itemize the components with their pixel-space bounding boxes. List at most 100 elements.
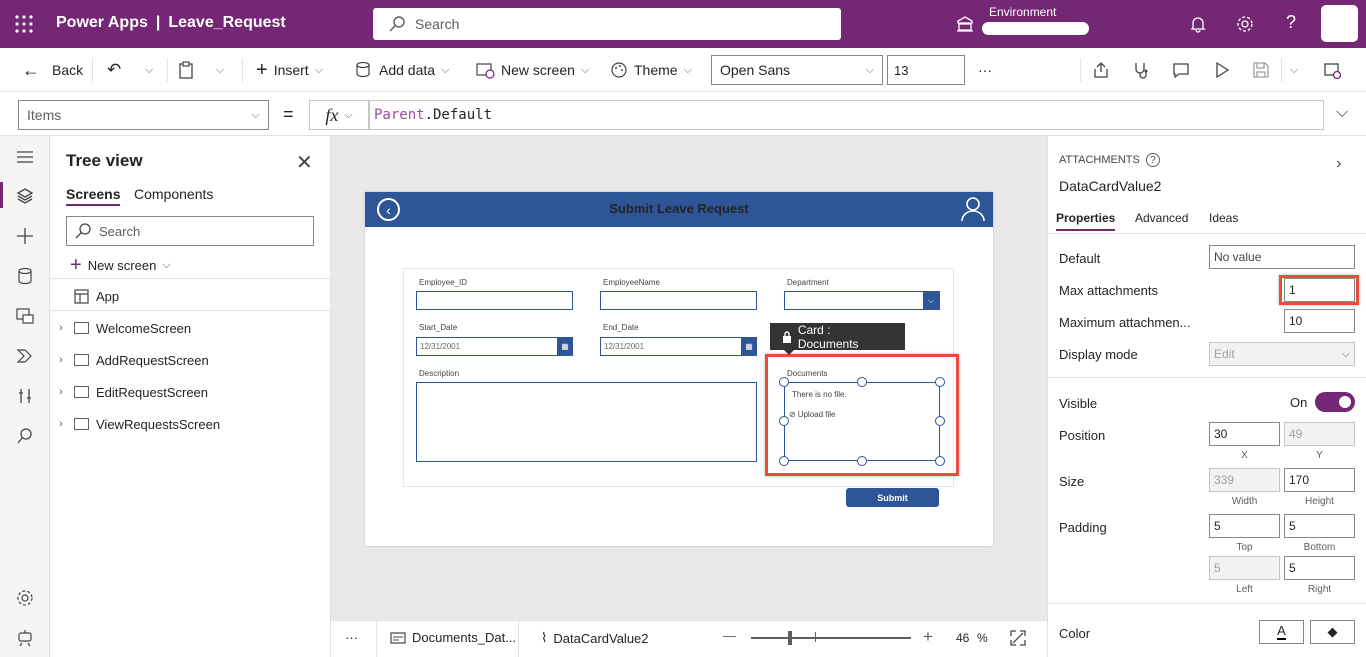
tab-advanced[interactable]: Advanced	[1135, 211, 1188, 225]
expand-formula-icon[interactable]: ⌵	[1336, 104, 1348, 122]
tree-item-viewrequestsscreen[interactable]: › ViewRequestsScreen	[50, 408, 330, 440]
tab-components[interactable]: Components	[134, 186, 213, 202]
environment-icon[interactable]	[956, 15, 974, 33]
comments-icon[interactable]	[1172, 61, 1190, 79]
zoom-in-button[interactable]: +	[923, 627, 933, 647]
tree-search-input[interactable]: Search	[66, 216, 314, 246]
display-mode-dropdown[interactable]: Edit ⌵	[1209, 342, 1355, 366]
more-icon[interactable]: ···	[345, 630, 358, 645]
undo-button[interactable]: ↶	[107, 48, 121, 92]
default-input[interactable]: No value	[1209, 245, 1355, 269]
tree-item-welcomescreen[interactable]: › WelcomeScreen	[50, 312, 330, 344]
chevron-right-icon[interactable]: ›	[59, 354, 63, 366]
add-data-button[interactable]: Add data ⌵	[355, 48, 449, 92]
width-value: 339	[1214, 473, 1235, 487]
environment-name[interactable]	[982, 22, 1089, 35]
tree-item-editrequestscreen[interactable]: › EditRequestScreen	[50, 376, 330, 408]
text-color-button[interactable]: A	[1259, 620, 1304, 644]
max-attachments-label: Max attachments	[1059, 283, 1158, 298]
notifications-icon[interactable]	[1189, 15, 1207, 33]
fill-color-button[interactable]: ◆	[1310, 620, 1355, 644]
zoom-slider-thumb[interactable]	[788, 631, 792, 645]
save-icon[interactable]	[1252, 61, 1270, 79]
padding-bottom-input[interactable]: 5	[1284, 514, 1355, 538]
virtual-agent-icon[interactable]	[16, 629, 34, 647]
start-date-input[interactable]: 12/31/2001	[416, 337, 558, 356]
app-name[interactable]: Power Apps	[56, 14, 148, 32]
padding-top-input[interactable]: 5	[1209, 514, 1280, 538]
theme-button[interactable]: Theme ⌵	[610, 48, 692, 92]
padding-left-input[interactable]: 5	[1209, 556, 1280, 580]
tree-item-app[interactable]: App	[50, 280, 330, 312]
app-launcher-icon[interactable]	[15, 15, 33, 33]
submit-button[interactable]: Submit	[846, 488, 939, 507]
department-dropdown[interactable]	[784, 291, 940, 310]
preview-play-icon[interactable]	[1213, 61, 1231, 79]
tab-ideas[interactable]: Ideas	[1209, 211, 1238, 225]
fit-to-window-icon[interactable]	[1010, 630, 1026, 646]
insert-button[interactable]: + Insert ⌵	[256, 48, 323, 92]
calendar-icon[interactable]: ▦	[741, 337, 757, 356]
description-input[interactable]	[416, 382, 757, 462]
chevron-right-icon[interactable]: ›	[59, 386, 63, 398]
formula-input[interactable]: Parent .Default	[369, 100, 1324, 130]
zoom-out-button[interactable]: —	[723, 628, 736, 643]
position-y-input[interactable]: 49	[1284, 422, 1355, 446]
media-icon[interactable]	[16, 307, 34, 325]
share-icon[interactable]	[1092, 61, 1110, 79]
save-menu-button[interactable]: ⌵	[1290, 48, 1298, 92]
breadcrumb-item-documents[interactable]: Documents_Dat...	[390, 630, 516, 645]
insert-plus-icon[interactable]	[16, 227, 34, 245]
end-date-input[interactable]: 12/31/2001	[600, 337, 742, 356]
y-caption: Y	[1316, 450, 1323, 461]
chevron-down-icon: ⌵	[865, 63, 874, 76]
tree-new-screen-button[interactable]: + New screen ⌵	[70, 254, 171, 277]
position-x-input[interactable]: 30	[1209, 422, 1280, 446]
paste-button[interactable]	[178, 48, 194, 92]
padding-right-input[interactable]: 5	[1284, 556, 1355, 580]
tree-view-layers-icon[interactable]	[16, 187, 34, 205]
employee-name-input[interactable]	[600, 291, 757, 310]
employee-id-input[interactable]	[416, 291, 573, 310]
visible-toggle[interactable]	[1315, 392, 1355, 412]
chevron-right-icon[interactable]: ›	[59, 322, 63, 334]
data-icon[interactable]	[16, 267, 34, 285]
avatar[interactable]	[1321, 5, 1358, 42]
new-screen-button[interactable]: New screen ⌵	[475, 48, 589, 92]
font-dropdown[interactable]: Open Sans ⌵	[711, 55, 883, 85]
chevron-right-icon[interactable]: ›	[59, 418, 63, 430]
property-dropdown[interactable]: Items ⌵	[18, 100, 269, 130]
calendar-icon[interactable]: ▦	[557, 337, 573, 356]
publish-icon[interactable]	[1323, 61, 1341, 79]
help-icon[interactable]: ?	[1286, 12, 1296, 33]
search-icon[interactable]	[16, 427, 34, 445]
app-checker-icon[interactable]	[1132, 61, 1150, 79]
help-circle-icon[interactable]: ?	[1145, 153, 1160, 167]
global-search[interactable]: Search	[373, 8, 841, 40]
height-input[interactable]: 170	[1284, 468, 1355, 492]
settings-icon[interactable]	[1236, 15, 1254, 33]
hamburger-menu-icon[interactable]	[16, 149, 34, 165]
power-automate-icon[interactable]	[16, 347, 34, 365]
settings-icon[interactable]	[16, 589, 34, 607]
paste-menu-button[interactable]: ⌵	[216, 48, 224, 92]
tab-properties[interactable]: Properties	[1056, 211, 1116, 231]
close-icon[interactable]: ✕	[296, 150, 313, 175]
font-size-input[interactable]: 13	[887, 55, 965, 85]
undo-menu-button[interactable]: ⌵	[145, 48, 153, 92]
function-button[interactable]: fx ⌵	[309, 100, 369, 130]
back-button[interactable]: ← Back	[22, 48, 83, 92]
tree-item-addrequestscreen[interactable]: › AddRequestScreen	[50, 344, 330, 376]
max-size-input[interactable]: 10	[1284, 309, 1355, 333]
width-input[interactable]: 339	[1209, 468, 1280, 492]
zoom-slider[interactable]	[751, 637, 911, 639]
breadcrumb-item-datacardvalue[interactable]: ⌇ DataCardValue2	[541, 630, 649, 646]
position-x-value: 30	[1214, 427, 1228, 441]
control-name[interactable]: DataCardValue2	[1059, 178, 1161, 194]
divider	[242, 58, 243, 82]
chevron-right-icon[interactable]: ›	[1336, 155, 1341, 173]
more-commands-button[interactable]: ···	[978, 48, 992, 92]
tab-screens[interactable]: Screens	[66, 186, 121, 206]
user-icon[interactable]	[961, 196, 985, 222]
advanced-tools-icon[interactable]	[16, 387, 34, 405]
